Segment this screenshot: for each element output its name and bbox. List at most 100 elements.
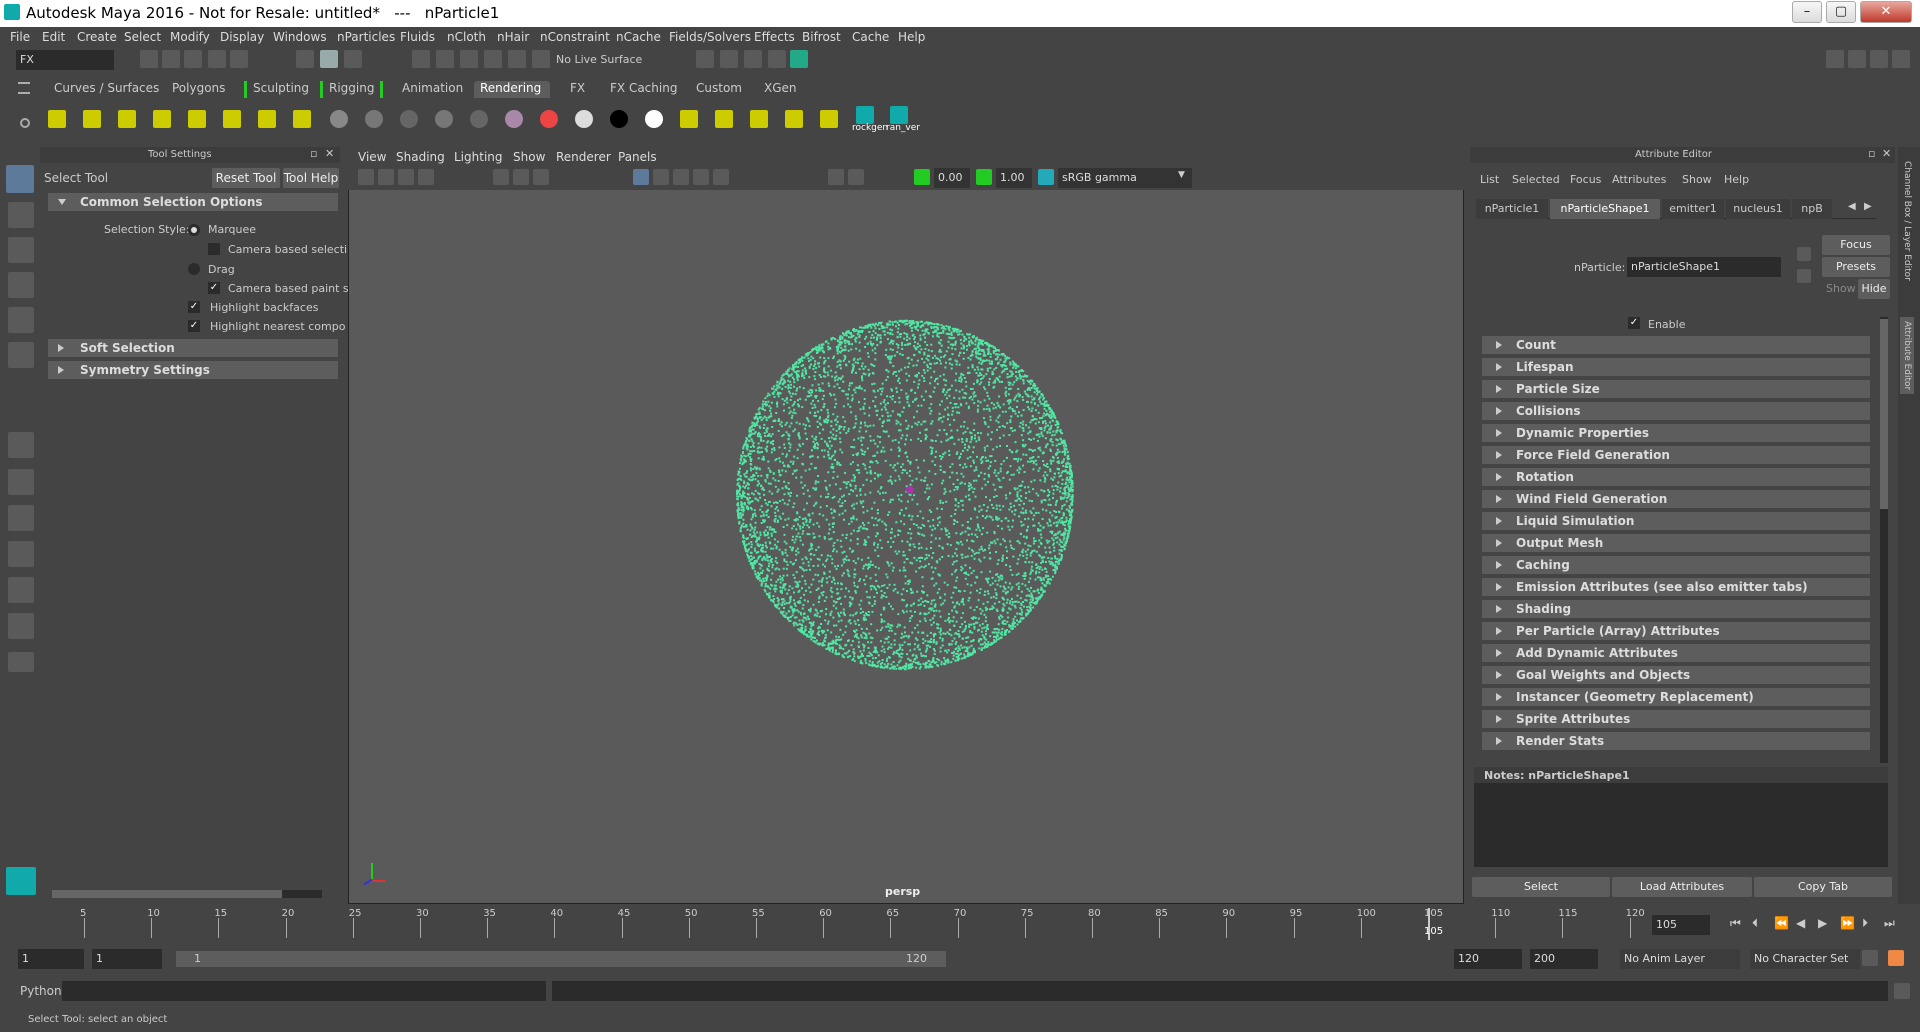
redo-icon[interactable]: [230, 50, 248, 68]
material-layered-icon[interactable]: [505, 110, 523, 128]
select-tool-icon[interactable]: [6, 165, 34, 193]
play-backward-icon[interactable]: ◀: [1796, 916, 1805, 930]
render-view-icon[interactable]: [696, 50, 714, 68]
highlight-backfaces-checkbox[interactable]: ✓: [188, 301, 200, 313]
menu-ncloth[interactable]: nCloth: [447, 30, 486, 44]
close-button[interactable]: ✕: [1860, 1, 1912, 23]
viewport-3d[interactable]: persp: [348, 147, 1464, 904]
camera-based-selection-checkbox[interactable]: [208, 243, 220, 255]
shadows-icon[interactable]: [713, 169, 729, 185]
maximize-button[interactable]: ▢: [1826, 1, 1856, 23]
attr-tab-nucleus1[interactable]: nucleus1: [1726, 199, 1790, 219]
show-button[interactable]: Show: [1826, 282, 1856, 295]
two-view-layout-icon[interactable]: [8, 505, 34, 531]
select-hierarchy-icon[interactable]: [296, 50, 314, 68]
render-layer-icon[interactable]: [715, 110, 733, 128]
layout-icon[interactable]: [1848, 50, 1866, 68]
hide-button[interactable]: Hide: [1858, 279, 1890, 299]
lights-icon[interactable]: [693, 169, 709, 185]
start-time-field[interactable]: 1: [18, 949, 84, 969]
nparticle-sphere[interactable]: [349, 148, 1465, 905]
maya-home-icon[interactable]: [6, 867, 36, 895]
menuset-dropdown[interactable]: FX: [16, 50, 114, 70]
rotate-tool-icon[interactable]: [8, 307, 34, 333]
render-check-icon[interactable]: [820, 110, 838, 128]
render-current-icon[interactable]: [720, 50, 738, 68]
attr-section[interactable]: Lifespan: [1482, 358, 1870, 376]
camera-aim-icon[interactable]: [293, 110, 311, 128]
shelf-tab-sculpting[interactable]: Sculpting: [244, 81, 315, 98]
viewport-menu-lighting[interactable]: Lighting: [454, 150, 503, 164]
step-back-icon[interactable]: ⏴: [1752, 916, 1758, 931]
graph-layout-icon[interactable]: [8, 577, 34, 603]
menu-effects[interactable]: Effects: [754, 30, 795, 44]
tool-settings-close-icon[interactable]: ✕: [325, 147, 334, 160]
workspace-icon[interactable]: [1826, 50, 1844, 68]
material-anisotropic-icon[interactable]: [470, 110, 488, 128]
attr-section[interactable]: Per Particle (Array) Attributes: [1482, 622, 1870, 640]
play-forward-icon[interactable]: ▶: [1818, 916, 1827, 930]
symmetry-settings-section[interactable]: Symmetry Settings: [48, 361, 338, 379]
attr-section[interactable]: Goal Weights and Objects: [1482, 666, 1870, 684]
attr-menu-selected[interactable]: Selected: [1512, 173, 1560, 186]
attr-section[interactable]: Add Dynamic Attributes: [1482, 644, 1870, 662]
menu-nhair[interactable]: nHair: [497, 30, 529, 44]
focus-button[interactable]: Focus: [1822, 235, 1890, 255]
render-pass-icon[interactable]: [750, 110, 768, 128]
attr-tab-emitter1[interactable]: emitter1: [1662, 199, 1724, 219]
gamma-field[interactable]: 1.00: [996, 168, 1032, 188]
shelf-tab-animation[interactable]: Animation: [396, 81, 469, 98]
command-language-label[interactable]: Python: [20, 984, 62, 998]
menu-fluids[interactable]: Fluids: [400, 30, 435, 44]
attr-section[interactable]: Output Mesh: [1482, 534, 1870, 552]
attr-section[interactable]: Particle Size: [1482, 380, 1870, 398]
attr-menu-attributes[interactable]: Attributes: [1612, 173, 1666, 186]
shelf-menu-icon[interactable]: [18, 82, 30, 94]
material-black-icon[interactable]: [610, 110, 628, 128]
reset-tool-button[interactable]: Reset Tool: [212, 168, 280, 188]
spot-light-icon[interactable]: [153, 110, 171, 128]
current-frame-field[interactable]: 105: [1652, 915, 1710, 935]
tool-help-button[interactable]: Tool Help: [283, 168, 339, 188]
select-component-icon[interactable]: [344, 50, 362, 68]
four-view-layout-icon[interactable]: [8, 469, 34, 495]
xray-icon[interactable]: [848, 169, 864, 185]
menu-ncache[interactable]: nCache: [616, 30, 661, 44]
anim-layer-dropdown[interactable]: No Anim Layer: [1620, 949, 1740, 969]
input-connection-icon[interactable]: [1797, 247, 1811, 261]
ambient-light-icon[interactable]: [48, 110, 66, 128]
viewport-menu-panels[interactable]: Panels: [618, 150, 657, 164]
attr-tab-nparticleshape1[interactable]: nParticleShape1: [1550, 199, 1660, 219]
attr-tab-nparticle1[interactable]: nParticle1: [1476, 199, 1548, 219]
single-perspective-layout-icon[interactable]: [8, 432, 34, 458]
attribute-editor-toggle-icon[interactable]: [1892, 50, 1910, 68]
preferences-icon[interactable]: [1888, 950, 1904, 966]
attr-menu-show[interactable]: Show: [1682, 173, 1712, 186]
menu-fields-solvers[interactable]: Fields/Solvers: [669, 30, 751, 44]
attr-menu-list[interactable]: List: [1480, 173, 1499, 186]
go-to-start-icon[interactable]: ⏮: [1730, 916, 1741, 931]
menu-file[interactable]: File: [10, 30, 30, 44]
snap-view-icon[interactable]: [484, 50, 502, 68]
attr-section[interactable]: Sprite Attributes: [1482, 710, 1870, 728]
material-phong-icon[interactable]: [400, 110, 418, 128]
side-tab-attribute-editor[interactable]: Attribute Editor: [1900, 317, 1914, 395]
attr-tab-prev-icon[interactable]: ◀: [1848, 201, 1856, 212]
attr-section[interactable]: Rotation: [1482, 468, 1870, 486]
material-white-icon[interactable]: [575, 110, 593, 128]
undo-icon[interactable]: [208, 50, 226, 68]
shelf-tab-rendering[interactable]: Rendering: [474, 81, 550, 98]
time-slider[interactable]: 5 10 15 20 25 30 35 40 45 50 55 60 65 70 75 80 85 90 95 100…: [0, 906, 1920, 944]
attr-section[interactable]: Force Field Generation: [1482, 446, 1870, 464]
presets-button[interactable]: Presets: [1822, 257, 1890, 277]
copy-tab-button[interactable]: Copy Tab: [1754, 877, 1892, 897]
shelf-tab-rigging[interactable]: Rigging: [320, 81, 384, 98]
soft-selection-section[interactable]: Soft Selection: [48, 339, 338, 357]
step-back-key-icon[interactable]: ⏪: [1774, 916, 1789, 930]
resolution-gate-icon[interactable]: [533, 169, 549, 185]
image-plane-icon[interactable]: [418, 169, 434, 185]
viewport-menu-show[interactable]: Show: [513, 150, 545, 164]
lasso-tool-icon[interactable]: [8, 202, 34, 228]
open-scene-icon[interactable]: [162, 50, 180, 68]
tool-settings-scrollbar[interactable]: [52, 890, 322, 898]
